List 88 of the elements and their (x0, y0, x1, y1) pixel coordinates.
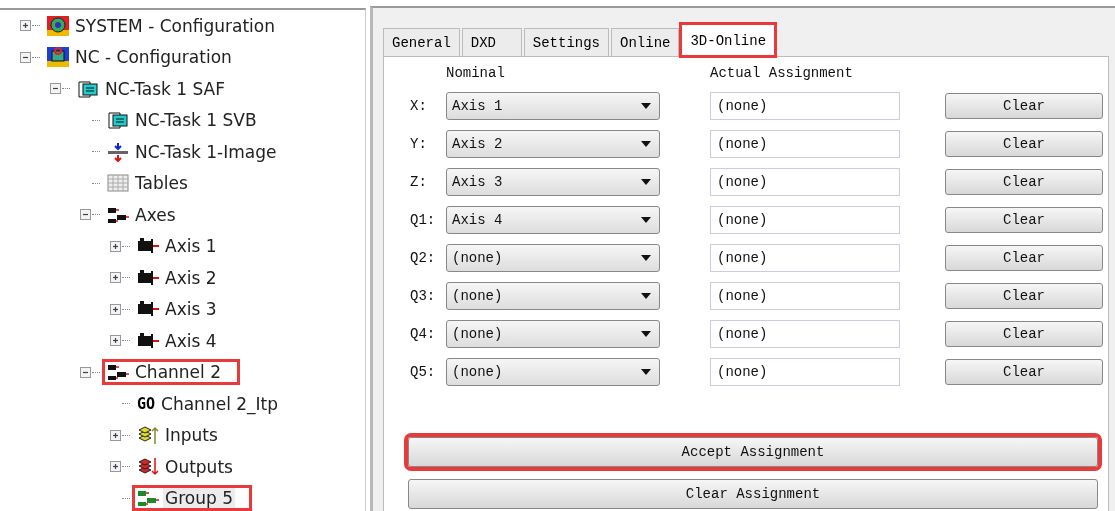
axis-label: Z: (410, 174, 428, 190)
output-stack-icon (137, 456, 159, 477)
expander-icon[interactable] (20, 20, 31, 32)
axis-label: X: (410, 98, 428, 114)
tree-item[interactable]: NC-Task 1 SAF (103, 78, 227, 99)
task-icon (107, 110, 129, 131)
assignment-field: (none) (710, 358, 900, 386)
input-stack-icon (137, 425, 159, 446)
assignment-field: (none) (710, 206, 900, 234)
expander-icon[interactable] (110, 429, 121, 441)
axis-dropdown[interactable]: (none) (446, 358, 660, 386)
tree-item[interactable]: Channel 2_Itp (159, 393, 281, 414)
caret-icon (641, 293, 651, 299)
axis-dropdown[interactable]: Axis 1 (446, 92, 660, 120)
expander-icon[interactable] (110, 272, 121, 284)
group-icon (137, 488, 159, 509)
axis-dropdown[interactable]: Axis 2 (446, 130, 660, 158)
caret-icon (641, 141, 651, 147)
tab[interactable]: General (383, 28, 460, 56)
motor-icon (137, 330, 159, 351)
tree-item[interactable]: NC-Task 1 SVB (133, 110, 259, 131)
assignment-field: (none) (710, 282, 900, 310)
axis-label: Y: (410, 136, 428, 152)
axis-label: Q4: (410, 326, 437, 342)
tab[interactable]: DXD (461, 28, 522, 56)
merge-arrows-icon (107, 141, 129, 162)
expander-icon[interactable] (50, 83, 61, 95)
caret-icon (641, 255, 651, 261)
expander-icon[interactable] (80, 209, 91, 221)
task-icon (77, 78, 99, 99)
tree-item[interactable]: Axis 2 (163, 267, 219, 288)
expander-icon[interactable] (80, 366, 91, 378)
clear-button[interactable]: Clear (945, 169, 1103, 195)
column-heading: Nominal (446, 65, 506, 83)
assignment-field: (none) (710, 92, 900, 120)
tree-item[interactable]: Axis 3 (163, 299, 219, 320)
axis-dropdown[interactable]: (none) (446, 244, 660, 272)
tree-item[interactable]: SYSTEM - Configuration (73, 15, 277, 36)
gear-icon (47, 15, 69, 36)
clear-button[interactable]: Clear (945, 245, 1103, 271)
tree-item[interactable]: Axis 1 (163, 236, 219, 257)
tab[interactable]: 3D-Online (681, 24, 776, 56)
tree-item[interactable]: Tables (133, 173, 190, 194)
tree-item[interactable]: Axes (133, 204, 178, 225)
tree-item[interactable]: Group 5 (163, 488, 235, 509)
tree-item[interactable]: Outputs (163, 456, 235, 477)
axis-label: Q5: (410, 364, 437, 380)
axis-label: Q3: (410, 288, 437, 304)
expander-icon[interactable] (110, 461, 121, 473)
axis-dropdown[interactable]: (none) (446, 320, 660, 348)
axis-dropdown[interactable]: Axis 3 (446, 168, 660, 196)
axis-label: Q2: (410, 250, 437, 266)
assignment-field: (none) (710, 244, 900, 272)
tree-item[interactable]: NC-Task 1-Image (133, 141, 279, 162)
axis-dropdown[interactable]: Axis 4 (446, 206, 660, 234)
table-icon (107, 173, 129, 194)
itp-label: GO (137, 394, 156, 413)
clear-button[interactable]: Clear (945, 283, 1103, 309)
motor-icon (137, 267, 159, 288)
caret-icon (641, 179, 651, 185)
axis-dropdown[interactable]: (none) (446, 282, 660, 310)
expander-icon[interactable] (110, 335, 121, 347)
axes-icon (107, 362, 129, 383)
caret-icon (641, 331, 651, 337)
assignment-field: (none) (710, 130, 900, 158)
clear-button[interactable]: Clear (945, 131, 1103, 157)
tree-item[interactable]: Inputs (163, 425, 220, 446)
machine-icon (47, 47, 69, 68)
tree-item[interactable]: NC - Configuration (73, 47, 234, 68)
assignment-field: (none) (710, 168, 900, 196)
clear-button[interactable]: Clear (945, 207, 1103, 233)
clear-button[interactable]: Clear (945, 93, 1103, 119)
clear-button[interactable]: Clear (945, 359, 1103, 385)
tree-item[interactable]: Axis 4 (163, 330, 219, 351)
caret-icon (641, 103, 651, 109)
tab[interactable]: Settings (523, 28, 610, 56)
axis-label: Q1: (410, 212, 437, 228)
caret-icon (641, 217, 651, 223)
column-heading: Actual Assignment (710, 65, 853, 83)
assignment-button[interactable]: Clear Assignment (408, 479, 1098, 509)
tab[interactable]: Online (611, 28, 680, 56)
assignment-field: (none) (710, 320, 900, 348)
clear-button[interactable]: Clear (945, 321, 1103, 347)
expander-icon[interactable] (20, 51, 31, 63)
caret-icon (641, 369, 651, 375)
tree-item[interactable]: Channel 2 (133, 362, 223, 383)
expander-icon[interactable] (110, 303, 121, 315)
expander-icon[interactable] (110, 240, 121, 252)
